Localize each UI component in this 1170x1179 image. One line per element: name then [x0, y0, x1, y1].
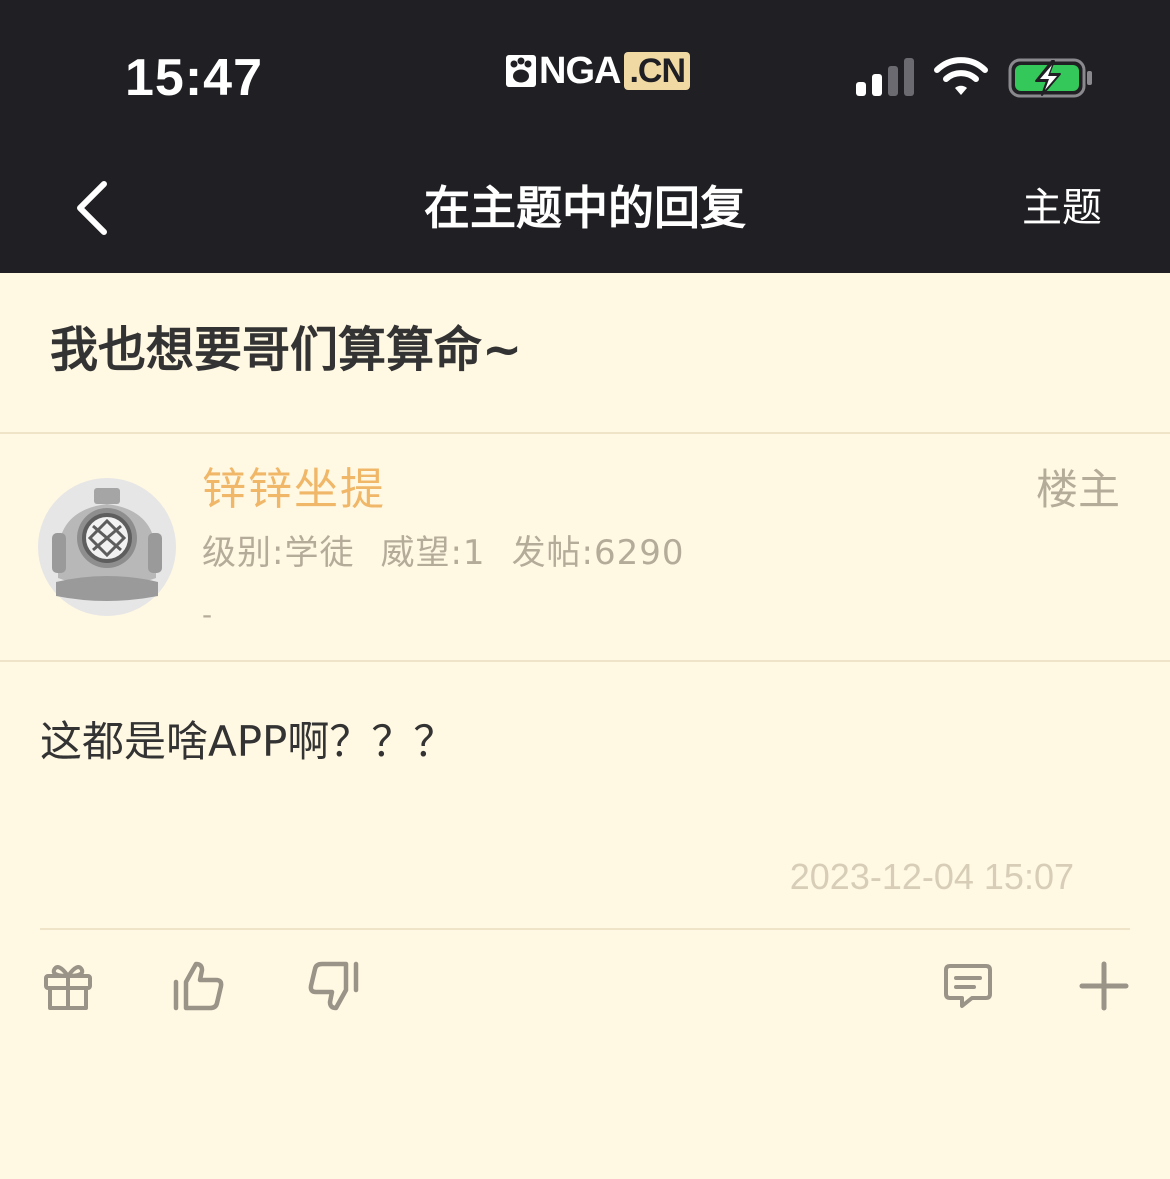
app-header: 15:47 NGA .CN 在主题中的回复 主题	[0, 0, 1170, 273]
paw-icon	[506, 55, 536, 87]
plus-icon	[1079, 961, 1129, 1011]
divider	[40, 928, 1130, 930]
post-timestamp: 2023-12-04 15:07	[789, 856, 1074, 897]
author-level: 级别:学徒	[202, 533, 355, 573]
divider	[0, 660, 1170, 662]
like-button[interactable]	[170, 958, 226, 1014]
gift-icon	[44, 965, 92, 1010]
divider	[0, 432, 1170, 434]
post-content: 这都是啥APP啊？？？	[40, 717, 456, 766]
author-signature: -	[202, 598, 213, 631]
author-stats: 级别:学徒 威望:1 发帖:6290	[202, 530, 711, 576]
more-button[interactable]	[1076, 958, 1132, 1014]
author-prestige: 威望:1	[380, 533, 486, 573]
nga-logo: NGA .CN	[505, 50, 691, 92]
floor-owner-badge: 楼主	[1035, 465, 1120, 514]
cellular-signal-icon	[856, 58, 914, 96]
dislike-button[interactable]	[306, 958, 362, 1014]
author-name[interactable]: 锌锌坐提	[202, 460, 386, 520]
topic-link[interactable]: 主题	[1022, 180, 1102, 236]
thumbs-down-icon	[308, 961, 359, 1011]
logo-text: NGA	[539, 50, 621, 92]
topic-title: 我也想要哥们算算命~	[50, 322, 523, 378]
wifi-icon	[934, 57, 988, 95]
comment-icon	[944, 964, 992, 1008]
thumbs-up-icon	[173, 961, 224, 1011]
battery-charging-icon	[1008, 58, 1092, 98]
logo-suffix: .CN	[624, 52, 691, 90]
comment-button[interactable]	[940, 958, 996, 1014]
page-title: 在主题中的回复	[424, 181, 746, 235]
author-post-count: 发帖:6290	[511, 533, 685, 573]
gift-button[interactable]	[40, 958, 96, 1014]
status-time: 15:47	[125, 49, 263, 107]
avatar[interactable]	[38, 478, 176, 616]
